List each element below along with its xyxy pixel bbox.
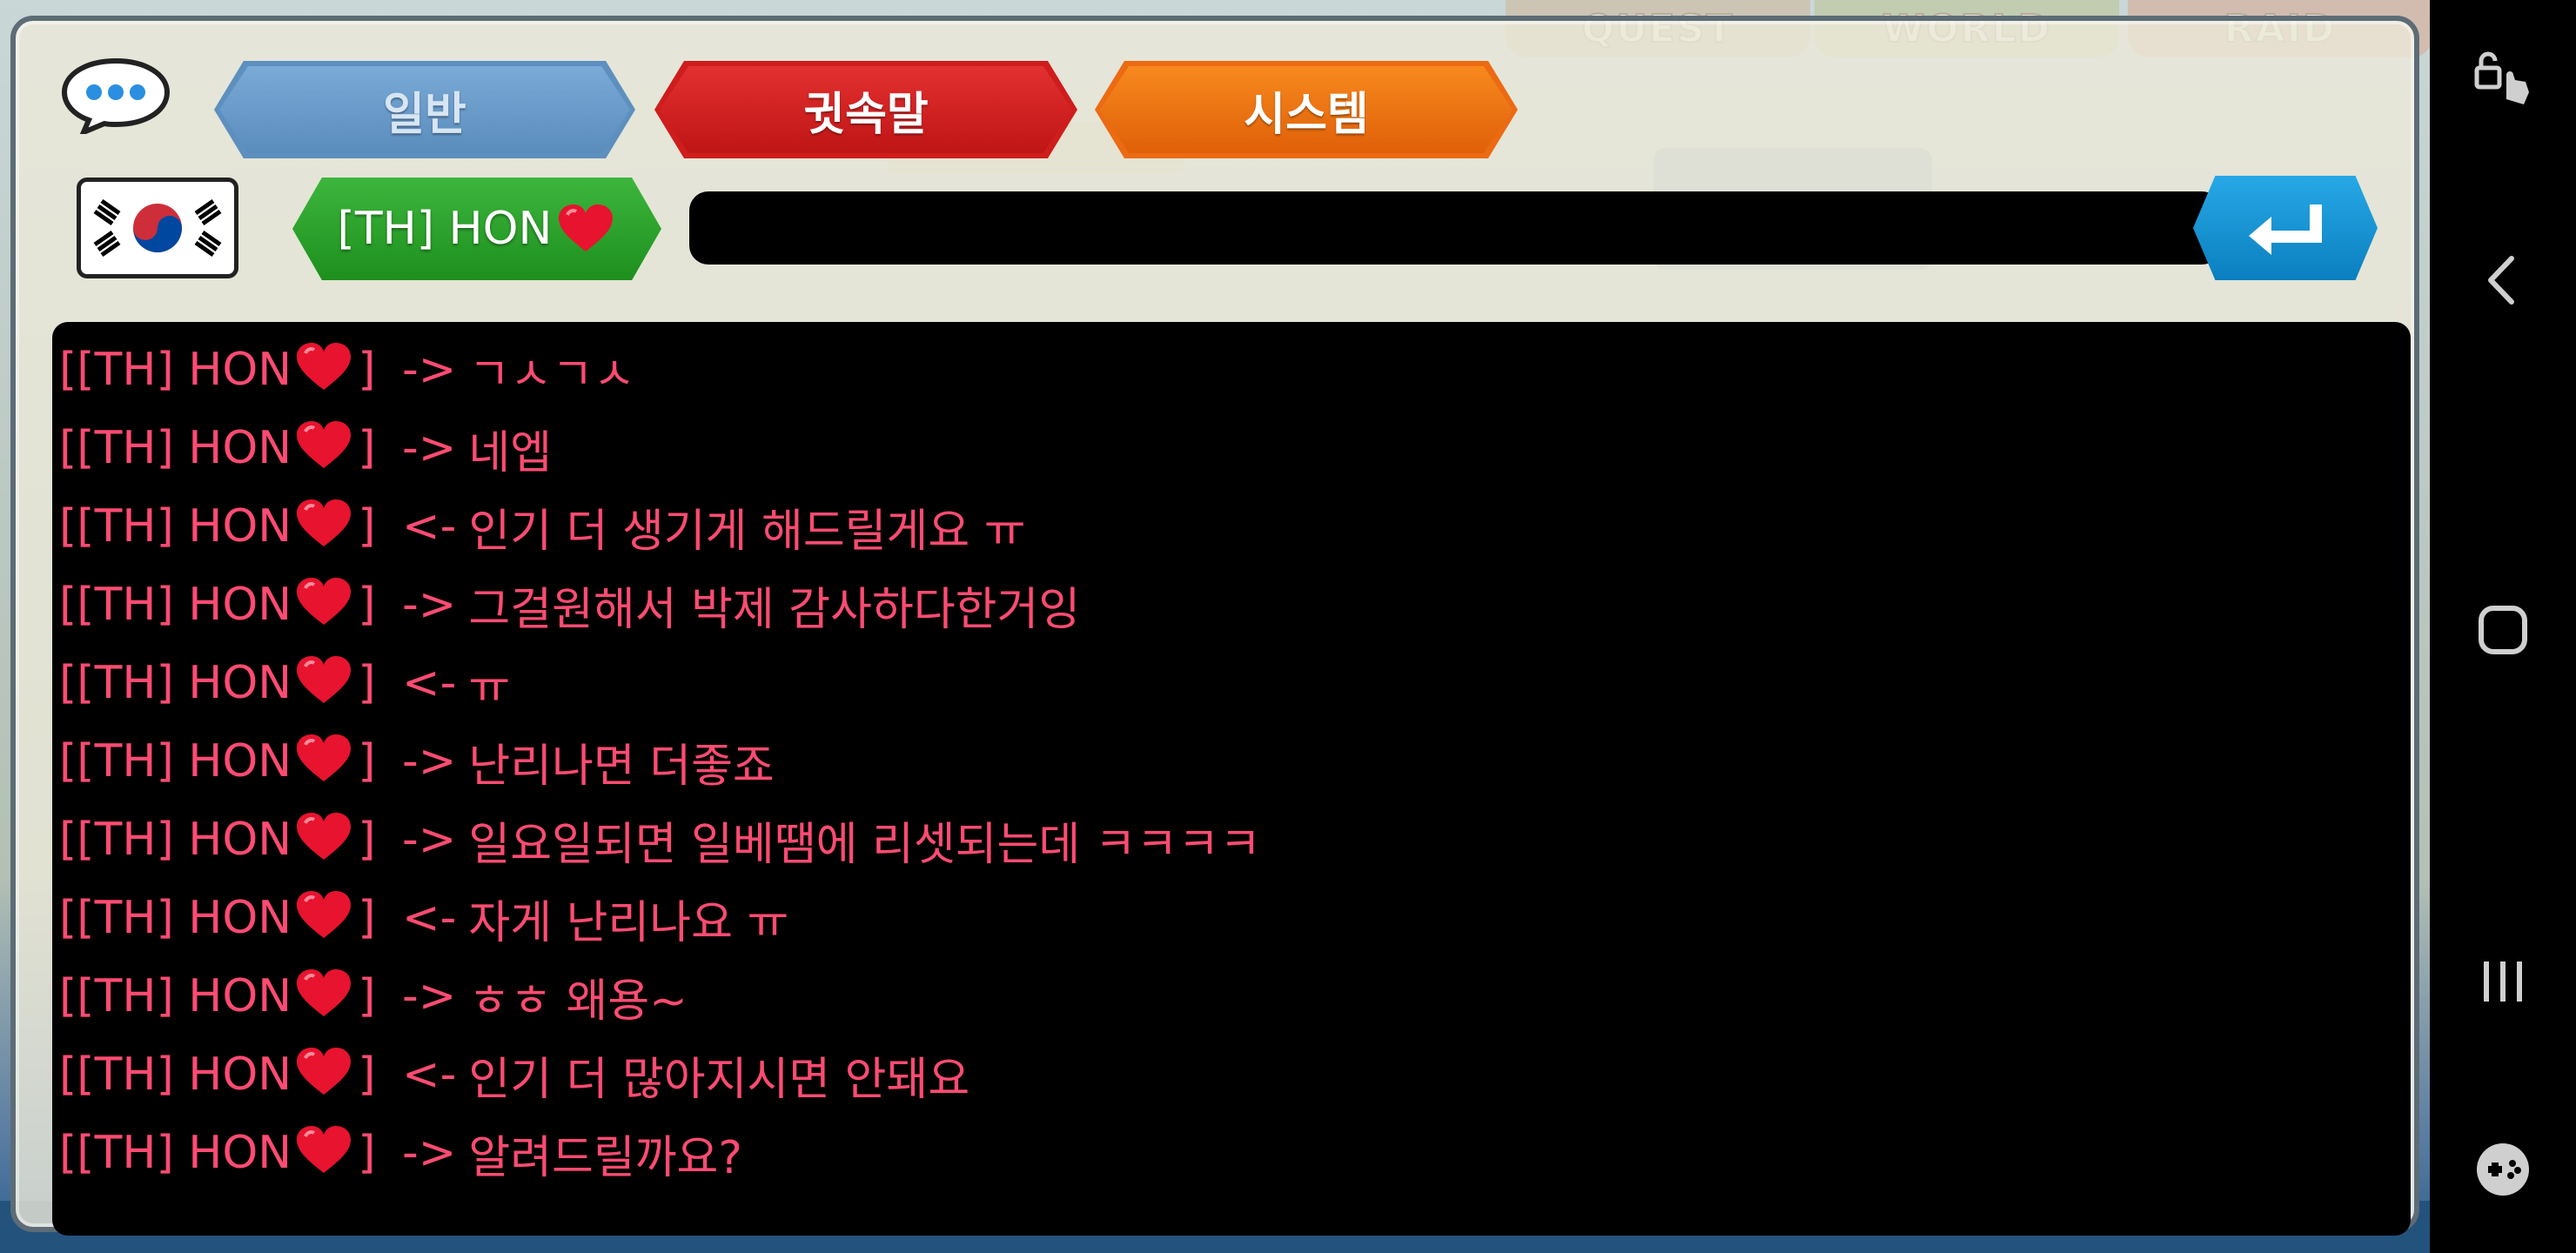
message-row: [[TH] HON] <- ㅠ: [59, 644, 510, 722]
message-text: 그걸원해서 박제 감사하다한거잉: [468, 583, 1081, 636]
android-nav-bar: [2430, 0, 2576, 1253]
message-direction: ->: [402, 970, 457, 1022]
pinch-lock-icon[interactable]: [2459, 35, 2546, 122]
home-icon[interactable]: [2459, 586, 2546, 673]
message-text: ㅎㅎ 왜용~: [468, 975, 688, 1028]
message-sender: [[TH] HON: [59, 579, 292, 631]
message-sender-close: ]: [358, 814, 391, 866]
message-sender-close: ]: [358, 735, 391, 787]
screen: QUEST WORLD RAID 일반 귓속말 시스템: [0, 0, 2576, 1253]
message-text: 자게 난리나요 ㅠ: [468, 896, 789, 949]
message-direction: <-: [402, 1049, 457, 1101]
red-heart-icon: [293, 341, 356, 399]
message-row: [[TH] HON] -> ㅎㅎ 왜용~: [59, 957, 688, 1035]
message-sender-close: ]: [358, 500, 391, 553]
message-direction: ->: [402, 735, 457, 787]
message-direction: <-: [402, 500, 457, 553]
message-sender: [[TH] HON: [59, 422, 292, 474]
red-heart-icon: [293, 1046, 356, 1103]
message-sender-close: ]: [358, 970, 391, 1022]
message-list[interactable]: [[TH] HON] -> ㄱㅅㄱㅅ [[TH] HON] -> 네엡 [[TH] HO…: [52, 322, 2411, 1236]
chat-input[interactable]: [689, 191, 2221, 265]
enter-arrow-icon: [2249, 204, 2322, 255]
message-text: 인기 더 많아지시면 안돼요: [468, 1053, 970, 1106]
tab-system-label: 시스템: [1244, 88, 1369, 141]
recents-icon[interactable]: [2459, 938, 2546, 1025]
message-sender-close: ]: [358, 422, 391, 474]
whisper-recipient-button[interactable]: [TH] HON: [292, 178, 661, 280]
message-sender: [[TH] HON: [59, 892, 292, 944]
tab-whisper[interactable]: 귓속말: [654, 61, 1077, 158]
message-row: [[TH] HON] -> 네엡: [59, 409, 552, 487]
red-heart-icon: [293, 654, 356, 712]
message-sender: [[TH] HON: [59, 735, 292, 787]
red-heart-icon: [293, 733, 356, 790]
message-text: 일요일되면 일베땜에 리셋되는데 ㅋㅋㅋㅋ: [468, 818, 1262, 871]
send-button[interactable]: [2193, 176, 2378, 280]
message-sender-close: ]: [358, 892, 391, 944]
message-sender: [[TH] HON: [59, 1049, 292, 1101]
message-sender-close: ]: [358, 1127, 391, 1179]
tab-general[interactable]: 일반: [214, 61, 635, 158]
message-text: 알려드릴까요?: [468, 1131, 742, 1184]
red-heart-icon: [293, 576, 356, 633]
red-heart-icon: [293, 811, 356, 868]
message-row: [[TH] HON] <- 인기 더 많아지시면 안돼요: [59, 1035, 969, 1114]
red-heart-icon: [559, 204, 614, 251]
red-heart-icon: [293, 419, 356, 477]
message-direction: ->: [402, 1127, 457, 1179]
tab-system[interactable]: 시스템: [1095, 61, 1518, 158]
chat-panel: 일반 귓속말 시스템 [TH] HON [[TH] HON] -> ㄱㅅㄱㅅ …: [10, 16, 2419, 1236]
message-text: 인기 더 생기게 해드릴게요 ㅠ: [468, 505, 1026, 558]
message-row: [[TH] HON] -> 난리나면 더좋죠: [59, 722, 775, 801]
message-sender-close: ]: [358, 657, 391, 709]
recipient-name: [TH] HON: [337, 203, 553, 255]
message-direction: <-: [402, 657, 457, 709]
message-row: [[TH] HON] <- 인기 더 생기게 해드릴게요 ㅠ: [59, 487, 1026, 566]
game-tools-icon[interactable]: [2459, 1126, 2546, 1213]
tab-whisper-label: 귓속말: [803, 88, 929, 141]
red-heart-icon: [293, 968, 356, 1025]
message-sender-close: ]: [358, 344, 391, 396]
message-sender-close: ]: [358, 579, 391, 631]
message-direction: ->: [402, 422, 457, 474]
message-sender: [[TH] HON: [59, 1127, 292, 1179]
korea-flag-icon[interactable]: [77, 178, 238, 278]
message-row: [[TH] HON] -> 일요일되면 일베땜에 리셋되는데 ㅋㅋㅋㅋ: [59, 801, 1261, 879]
back-icon[interactable]: [2459, 237, 2546, 324]
message-text: 난리나면 더좋죠: [468, 740, 775, 793]
message-direction: ->: [402, 814, 457, 866]
red-heart-icon: [293, 889, 356, 947]
message-row: [[TH] HON] -> ㄱㅅㄱㅅ: [59, 331, 635, 409]
message-text: 네엡: [468, 426, 553, 479]
message-row: [[TH] HON] -> 그걸원해서 박제 감사하다한거잉: [59, 566, 1080, 644]
message-direction: <-: [402, 892, 457, 944]
message-row: [[TH] HON] <- 자게 난리나요 ㅠ: [59, 879, 788, 957]
message-sender: [[TH] HON: [59, 657, 292, 709]
message-sender: [[TH] HON: [59, 500, 292, 553]
tab-general-label: 일반: [383, 88, 466, 141]
message-sender-close: ]: [358, 1049, 391, 1101]
message-sender: [[TH] HON: [59, 344, 292, 396]
red-heart-icon: [293, 1124, 356, 1182]
message-sender: [[TH] HON: [59, 814, 292, 866]
message-direction: ->: [402, 579, 457, 631]
message-row: [[TH] HON] -> 알려드릴까요?: [59, 1114, 742, 1192]
message-text: ㄱㅅㄱㅅ: [468, 348, 635, 401]
speech-bubble-icon[interactable]: [59, 56, 172, 137]
message-text: ㅠ: [468, 661, 511, 714]
message-sender: [[TH] HON: [59, 970, 292, 1022]
message-direction: ->: [402, 344, 457, 396]
red-heart-icon: [293, 498, 356, 555]
